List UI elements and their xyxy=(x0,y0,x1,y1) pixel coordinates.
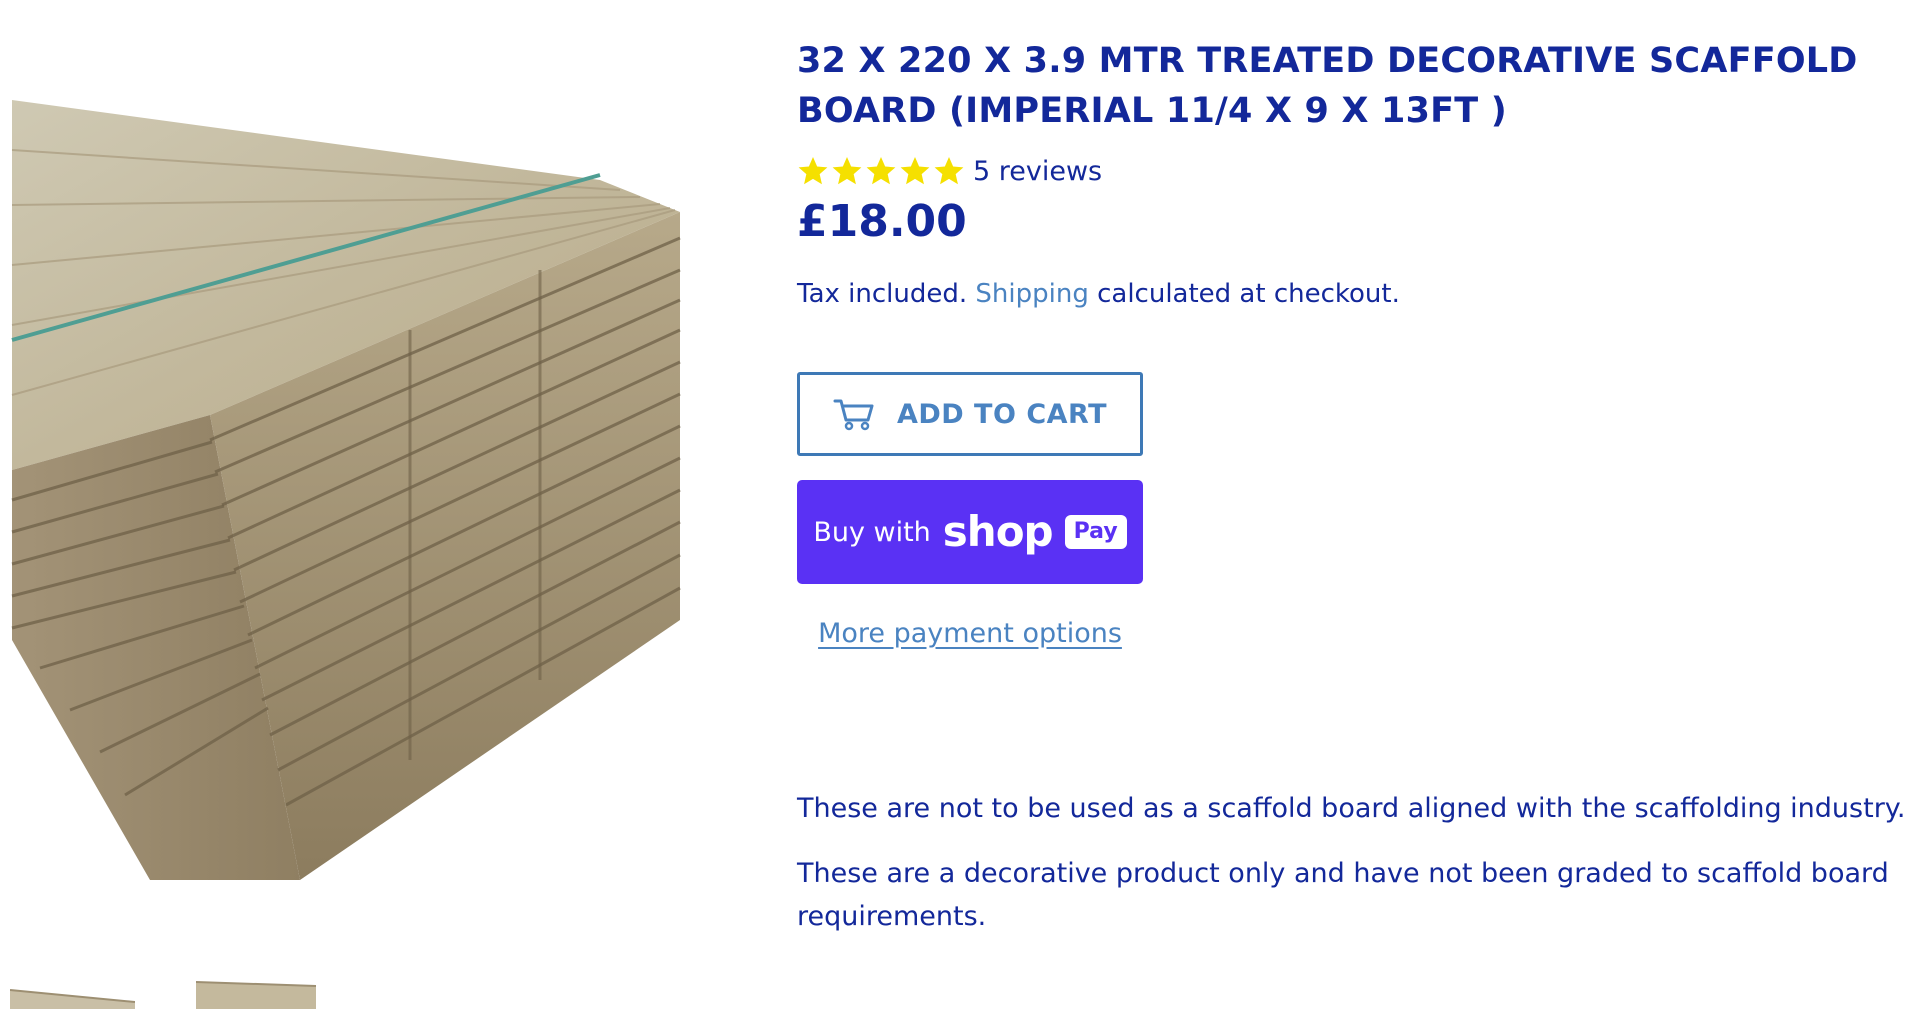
reviews-count[interactable]: 5 reviews xyxy=(973,156,1102,187)
thumbnail-strip xyxy=(0,980,330,1009)
product-info: 32 X 220 X 3.9 MTR TREATED DECORATIVE SC… xyxy=(797,36,1907,960)
cart-icon xyxy=(833,397,875,431)
description-paragraph: These are a decorative product only and … xyxy=(797,858,1889,932)
more-payment-options-link[interactable]: More payment options xyxy=(797,618,1143,649)
add-to-cart-button[interactable]: ADD TO CART xyxy=(797,372,1143,456)
star-icon xyxy=(798,157,828,185)
buy-with-label: Buy with xyxy=(813,516,931,548)
star-icon xyxy=(934,157,964,185)
shop-pay-button[interactable]: Buy with shop Pay xyxy=(797,480,1143,584)
pay-badge: Pay xyxy=(1064,515,1127,549)
product-gallery xyxy=(0,0,700,1009)
shop-logo-text: shop xyxy=(942,507,1054,556)
add-to-cart-label: ADD TO CART xyxy=(896,398,1108,430)
product-title: 32 X 220 X 3.9 MTR TREATED DECORATIVE SC… xyxy=(797,41,1858,131)
shipping-link[interactable]: Shipping xyxy=(975,279,1088,309)
tax-included-text: Tax included. xyxy=(797,279,968,309)
checkout-note-text: calculated at checkout. xyxy=(1097,279,1400,309)
star-icon xyxy=(866,157,896,185)
product-description: These are not to be used as a scaffold b… xyxy=(797,787,1907,938)
star-icon xyxy=(900,157,930,185)
star-icon xyxy=(832,157,862,185)
description-paragraph: These are not to be used as a scaffold b… xyxy=(797,793,1906,824)
rating-stars xyxy=(797,155,965,187)
product-price: £18.00 xyxy=(797,196,967,247)
main-product-image[interactable] xyxy=(0,0,700,900)
thumbnail-image-1[interactable] xyxy=(10,980,135,1009)
product-rating[interactable]: 5 reviews xyxy=(797,154,1907,188)
thumbnail-image-2[interactable] xyxy=(196,980,316,1009)
tax-note: Tax included. Shipping calculated at che… xyxy=(797,276,1907,312)
